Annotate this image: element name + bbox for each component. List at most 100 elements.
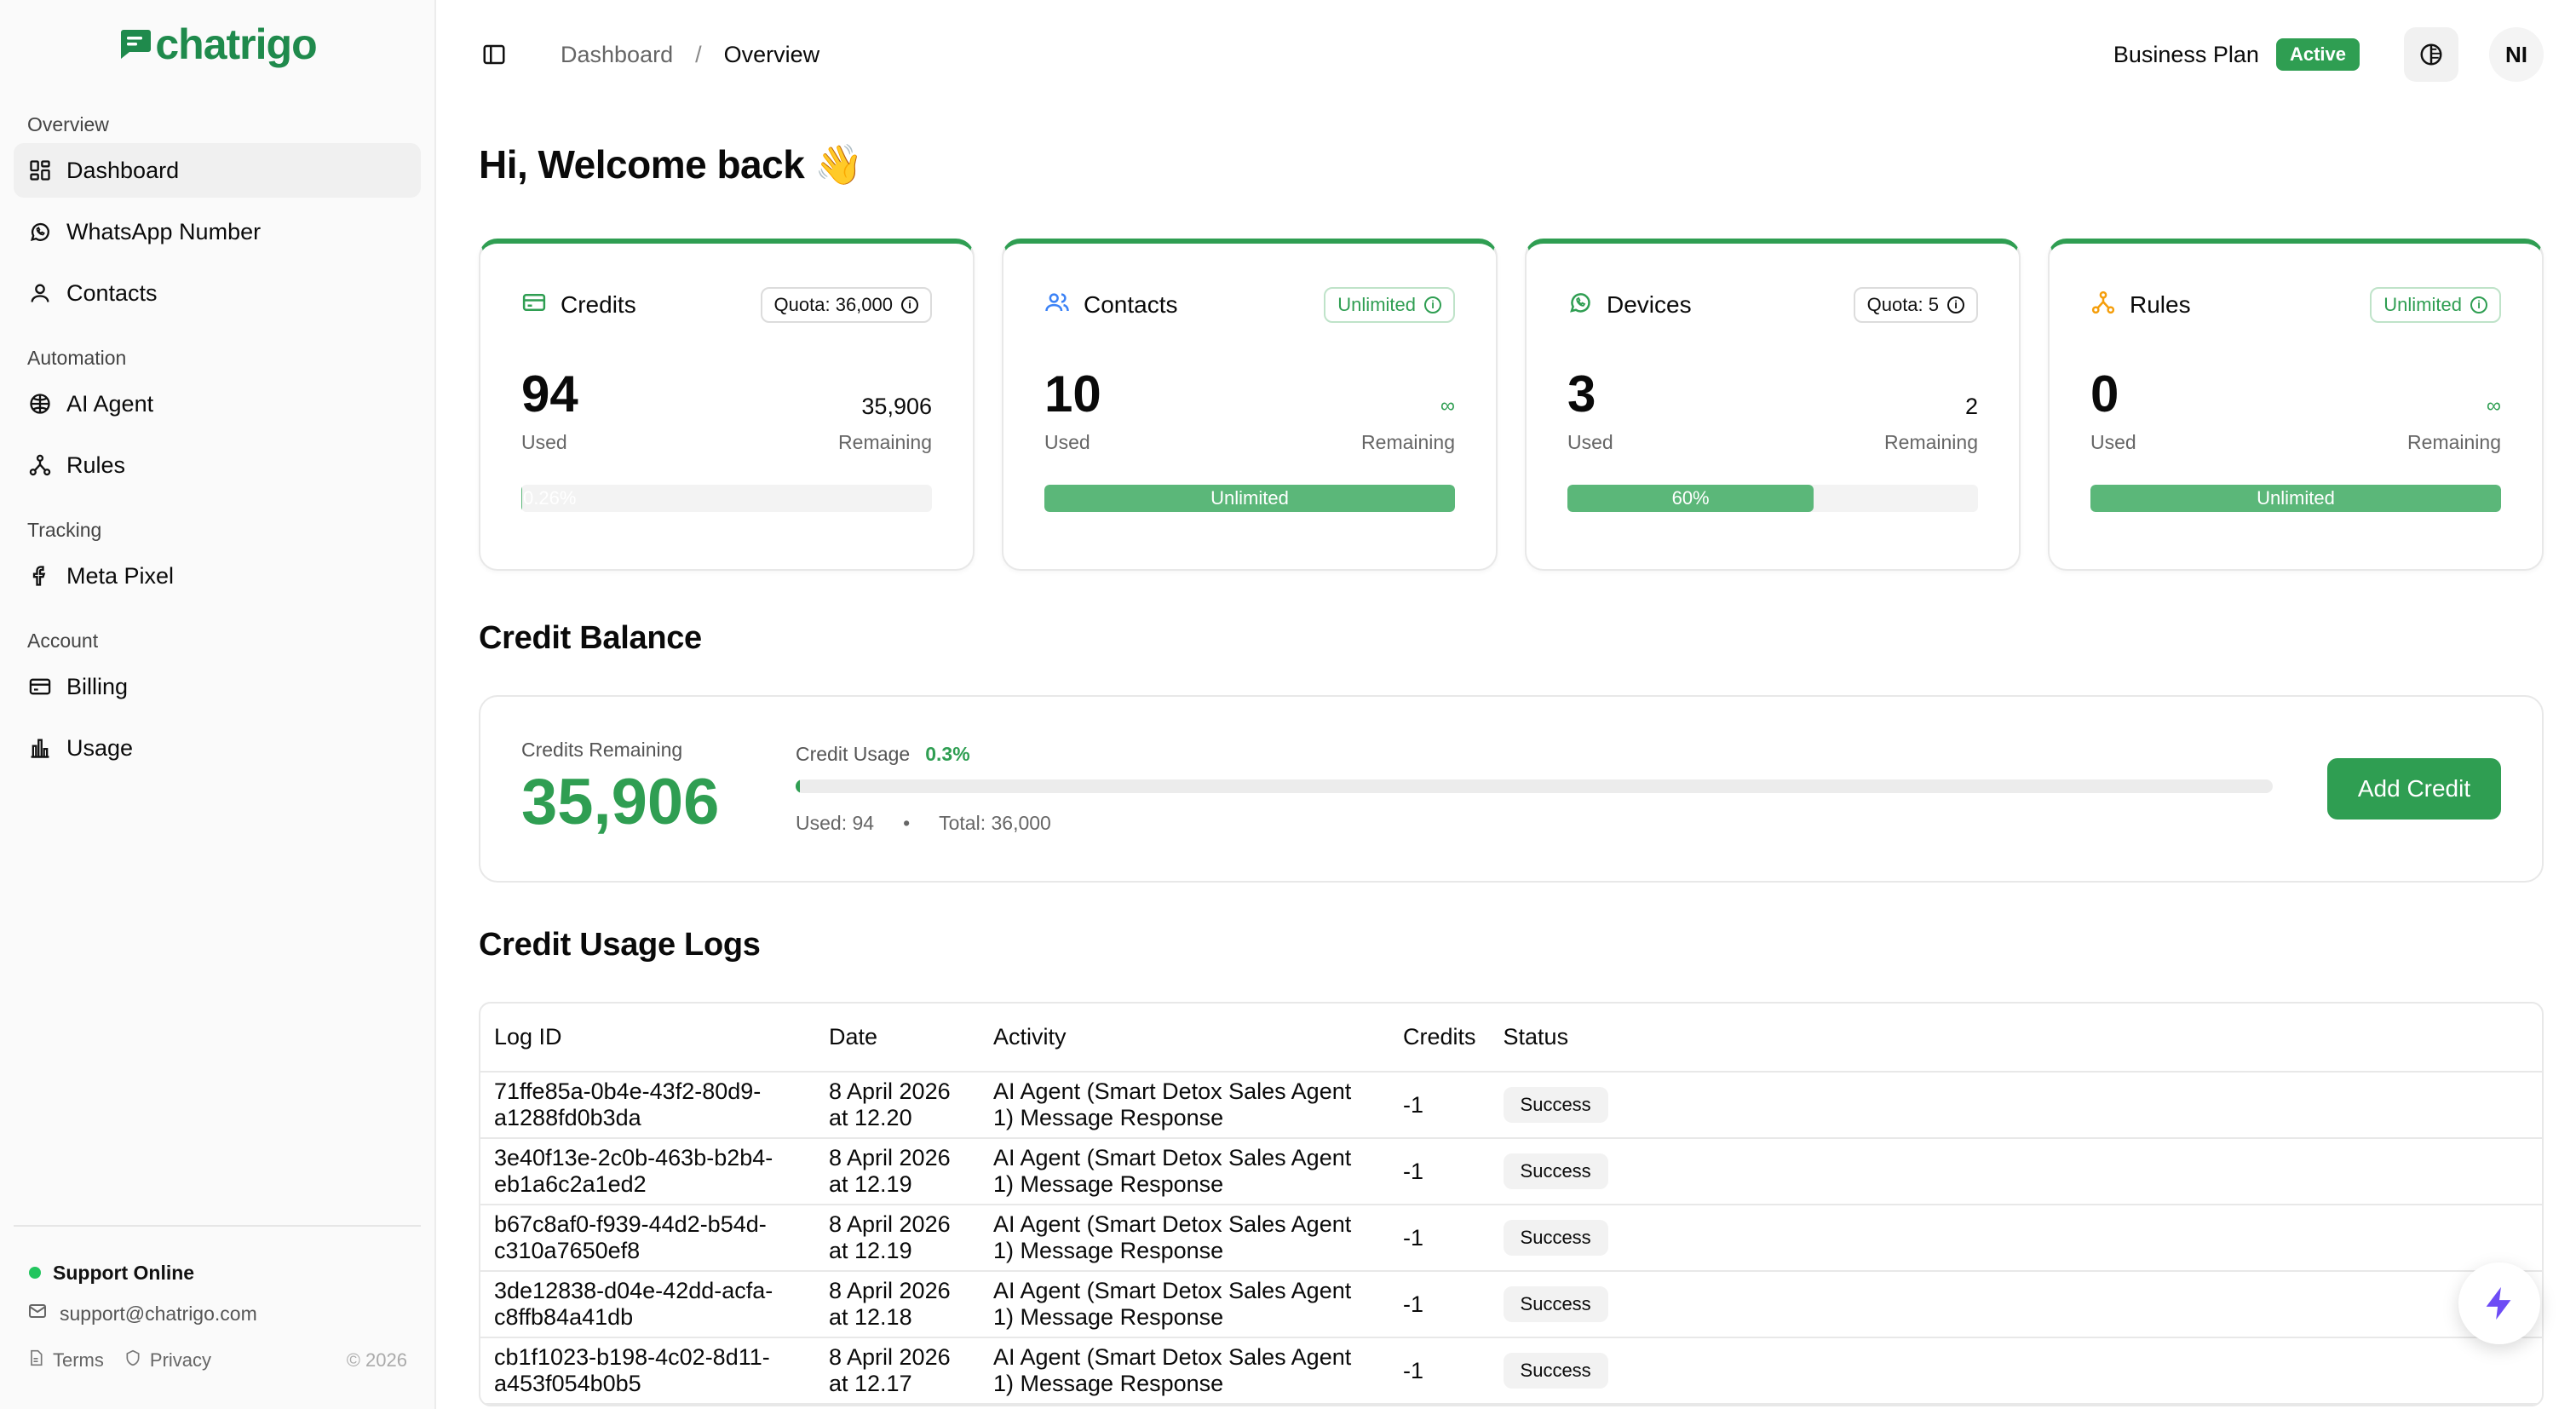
status-cell: Success [1489, 1337, 2542, 1405]
privacy-link[interactable]: Privacy [124, 1349, 211, 1372]
document-icon [27, 1349, 44, 1372]
main-content: Dashboard / Overview Business Plan Activ… [436, 0, 2576, 1409]
table-row[interactable]: 71ffe85a-0b4e-43f2-80d9-a1288fd0b3da 8 Ap… [480, 1072, 2542, 1139]
plan-status-badge: Active [2275, 38, 2360, 71]
column-header: Date [815, 1004, 980, 1073]
credit-usage-progress [796, 779, 2273, 793]
sidebar-item-rules[interactable]: Rules [14, 438, 421, 492]
sidebar: chatrigo Overview Dashboard WhatsApp Num… [0, 0, 436, 1409]
table-row[interactable]: 3e40f13e-2c0b-463b-b2b4-eb1a6c2a1ed2 8 Ap… [480, 1138, 2542, 1205]
card-icon [27, 674, 53, 699]
activity-cell: AI Agent (Smart Detox Sales Agent 1) Mes… [980, 1337, 1389, 1405]
welcome-heading: Hi, Welcome back 👋 [479, 136, 2544, 193]
usage-progress-bar: 60% [1567, 485, 1978, 512]
used-label: Used [1044, 431, 1090, 453]
brand-logo[interactable]: chatrigo [14, 0, 421, 89]
mail-icon [27, 1301, 48, 1326]
used-value: 10 [1044, 365, 1101, 423]
facebook-icon [27, 563, 53, 589]
wave-emoji-icon: 👋 [814, 141, 864, 187]
sidebar-item-label: Meta Pixel [66, 562, 175, 589]
support-email-row[interactable]: support@chatrigo.com [27, 1293, 407, 1334]
column-header: Credits [1389, 1004, 1490, 1073]
status-cell: Success [1489, 1205, 2542, 1272]
nav-group-label: Tracking [27, 519, 102, 541]
stat-card-rules: Rules Unlimited i 0 ∞ Used Remaining Unl… [2048, 239, 2544, 571]
info-icon: i [2470, 296, 2487, 313]
remaining-value: 35,906 [861, 394, 932, 419]
column-header: Activity [980, 1004, 1389, 1073]
remaining-label: Remaining [1884, 431, 1978, 453]
credits-total-text: Total: 36,000 [939, 812, 1051, 834]
nav-group-label: Automation [27, 347, 127, 369]
info-icon: i [901, 296, 918, 313]
whatsapp-icon [1567, 290, 1593, 321]
meta-separator: • [903, 812, 911, 834]
credits-remaining-label: Credits Remaining [521, 738, 683, 761]
sidebar-item-meta-pixel[interactable]: Meta Pixel [14, 549, 421, 603]
table-row[interactable]: b67c8af0-f939-44d2-b54d-c310a7650ef8 8 Ap… [480, 1205, 2542, 1272]
credit-usage-progress-fill [796, 779, 801, 793]
add-credit-button[interactable]: Add Credit [2327, 758, 2501, 820]
activity-cell: AI Agent (Smart Detox Sales Agent 1) Mes… [980, 1072, 1389, 1139]
remaining-value: ∞ [2486, 394, 2501, 417]
card-title: Contacts [1084, 291, 1178, 318]
sidebar-item-dashboard[interactable]: Dashboard [14, 143, 421, 198]
sidebar-item-contacts[interactable]: Contacts [14, 266, 421, 320]
panel-left-icon [483, 44, 505, 65]
usage-progress-bar: Unlimited [2090, 485, 2501, 512]
breadcrumb-separator: / [695, 41, 702, 67]
sidebar-toggle-button[interactable] [479, 39, 509, 70]
bot-icon [27, 391, 53, 417]
credit-usage-logs-table: Log ID Date Activity Credits Status 71ffe85a… [479, 1002, 2544, 1406]
card-title: Rules [2130, 291, 2191, 318]
theme-toggle-button[interactable] [2404, 27, 2458, 82]
quick-action-button[interactable] [2458, 1262, 2540, 1344]
sidebar-nav: Overview Dashboard WhatsApp Number Conta… [14, 106, 421, 775]
usage-progress-bar: 0.26% [521, 485, 932, 512]
sidebar-item-label: WhatsApp Number [66, 218, 262, 244]
credits-cell: -1 [1389, 1205, 1490, 1272]
breadcrumb-dashboard[interactable]: Dashboard [561, 42, 673, 68]
credit-card-icon [521, 290, 547, 321]
user-avatar[interactable]: NI [2489, 27, 2544, 82]
table-row[interactable]: cb1f1023-b198-4c02-8d11-a453f054b0b5 8 Ap… [480, 1337, 2542, 1405]
quota-chip[interactable]: Quota: 36,000 i [760, 287, 932, 323]
workflow-icon [27, 452, 53, 478]
log-id-cell: 3de12838-d04e-42dd-acfa-c8ffb84a41db [480, 1271, 815, 1338]
table-row[interactable]: 3de12838-d04e-42dd-acfa-c8ffb84a41db 8 Ap… [480, 1271, 2542, 1338]
credits-cell: -1 [1389, 1337, 1490, 1405]
log-id-cell: b67c8af0-f939-44d2-b54d-c310a7650ef8 [480, 1205, 815, 1272]
sidebar-item-billing[interactable]: Billing [14, 659, 421, 714]
brand-name: chatrigo [155, 20, 317, 68]
sidebar-item-whatsapp-number[interactable]: WhatsApp Number [14, 204, 421, 259]
status-badge: Success [1503, 1353, 1608, 1389]
usage-progress-label: 60% [1671, 487, 1710, 509]
copyright: © 2026 [346, 1349, 407, 1371]
support-status: Support Online [27, 1252, 407, 1293]
usage-progress-label: 0.26% [523, 487, 577, 509]
quota-chip[interactable]: Unlimited i [2370, 287, 2501, 323]
sidebar-item-label: Contacts [66, 279, 158, 306]
used-label: Used [2090, 431, 2136, 453]
support-email-link[interactable]: support@chatrigo.com [60, 1303, 257, 1326]
quota-chip[interactable]: Quota: 5 i [1853, 287, 1978, 323]
user-icon [27, 280, 53, 306]
date-cell: 8 April 2026 at 12.19 [815, 1205, 980, 1272]
quota-chip[interactable]: Unlimited i [1324, 287, 1455, 323]
terms-link[interactable]: Terms [27, 1349, 104, 1372]
welcome-title: Hi, Welcome back [479, 142, 805, 187]
chat-logo-icon [118, 28, 152, 60]
quota-chip-label: Unlimited [1337, 294, 1416, 315]
log-id-cell: 3e40f13e-2c0b-463b-b2b4-eb1a6c2a1ed2 [480, 1138, 815, 1205]
credit-balance-panel: Credits Remaining 35,906 Credit Usage 0.… [479, 695, 2544, 883]
used-label: Used [1567, 431, 1613, 453]
info-icon: i [1424, 296, 1441, 313]
plan-name: Business Plan [2113, 41, 2259, 67]
status-cell: Success [1489, 1138, 2542, 1205]
remaining-label: Remaining [838, 431, 932, 453]
stat-card-devices: Devices Quota: 5 i 3 2 Used Remaining 60… [1525, 239, 2021, 571]
activity-cell: AI Agent (Smart Detox Sales Agent 1) Mes… [980, 1138, 1389, 1205]
sidebar-item-usage[interactable]: Usage [14, 721, 421, 775]
sidebar-item-ai-agent[interactable]: AI Agent [14, 377, 421, 431]
